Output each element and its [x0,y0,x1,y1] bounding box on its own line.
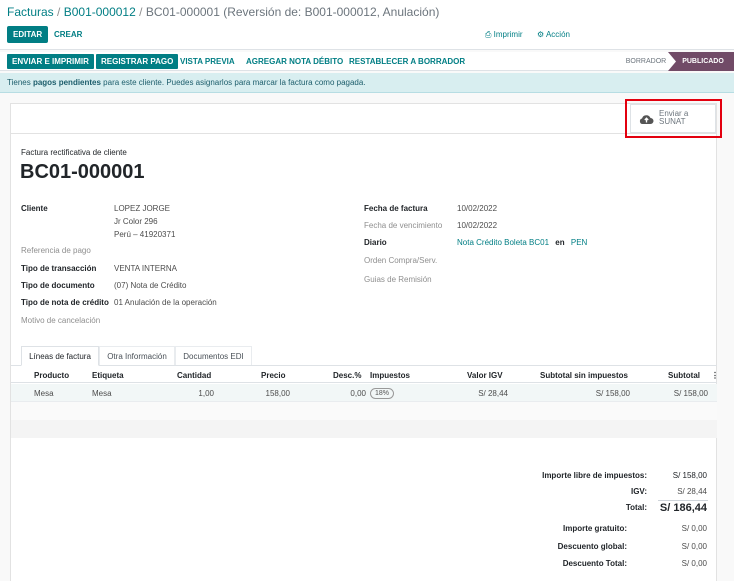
credit-note-type-label: Tipo de nota de crédito [21,298,109,307]
pending-payments-alert: Tienes pagos pendientes para este client… [0,73,734,93]
line-subtotal: S/ 158,00 [673,389,708,398]
cancellation-reason-label: Motivo de cancelación [21,316,101,325]
free-amount-label: Importe gratuito: [563,524,627,533]
line-label[interactable]: Mesa [92,389,112,398]
total-discount-label: Descuento Total: [562,559,627,568]
invoice-date-label: Fecha de factura [364,204,428,213]
remission-guides-label: Guias de Remisión [364,275,432,284]
line-quantity[interactable]: 1,00 [160,389,214,398]
table-row-empty [11,420,717,438]
button-box-top [10,103,717,104]
journal-field: Nota Crédito Boleta BC01 en PEN [457,238,587,247]
add-debit-note-button[interactable]: AGREGAR NOTA DÉBITO [241,54,348,69]
line-discount[interactable]: 0,00 [330,389,366,398]
column-header[interactable]: Subtotal sin impuestos [540,371,628,380]
column-header[interactable]: Etiqueta [92,371,124,380]
journal-link[interactable]: Nota Crédito Boleta BC01 [457,238,549,247]
line-subtotal-untaxed: S/ 158,00 [595,389,630,398]
total-discount-value: S/ 0,00 [681,559,707,568]
journal-in-label: en [555,238,565,247]
gear-icon: ⚙ [537,30,545,39]
transaction-type-value[interactable]: VENTA INTERNA [114,264,177,273]
free-amount-value: S/ 0,00 [681,524,707,533]
tab-other-info[interactable]: Otra Información [99,346,175,365]
line-price[interactable]: 158,00 [240,389,290,398]
column-header[interactable]: Impuestos [370,371,410,380]
column-header[interactable]: Desc.% [333,371,361,380]
total-value: S/ 186,44 [659,502,707,514]
stage-published[interactable]: PUBLICADO [678,52,728,71]
customer-address-line: Perú – 41920371 [114,230,176,239]
payment-reference-label: Referencia de pago [21,246,91,255]
global-discount-value: S/ 0,00 [681,542,707,551]
currency-link[interactable]: PEN [571,238,587,247]
send-sunat-label: Enviar a SUNAT [659,109,689,126]
stage-draft[interactable]: BORRADOR [622,52,670,71]
journal-label: Diario [364,238,387,247]
action-button[interactable]: ⚙ Acción [537,26,570,43]
due-date-value[interactable]: 10/02/2022 [457,221,497,230]
tab-invoice-lines[interactable]: Líneas de factura [21,346,99,366]
document-type-value[interactable]: (07) Nota de Crédito [114,281,186,290]
print-button[interactable]: ⎙ Imprimir [485,26,523,43]
column-header[interactable]: Subtotal [668,371,700,380]
due-date-label: Fecha de vencimiento [364,221,443,230]
send-print-button[interactable]: ENVIAR E IMPRIMIR [7,54,94,69]
totals-divider [658,500,708,501]
document-type-field-label: Tipo de documento [21,281,95,290]
button-box-divider [10,133,717,134]
igv-total-label: IGV: [630,487,647,496]
transaction-type-label: Tipo de transacción [21,264,97,273]
customer-link[interactable]: LOPEZ JORGE [114,204,170,213]
breadcrumb-root[interactable]: Facturas [7,5,54,19]
invoice-date-value[interactable]: 10/02/2022 [457,204,497,213]
table-row-empty [11,402,717,420]
untaxed-amount-label: Importe libre de impuestos: [542,471,647,480]
column-header[interactable]: Precio [261,371,285,380]
tax-tag[interactable]: 18% [370,388,395,399]
edit-button[interactable]: EDITAR [7,26,49,43]
document-type-label: Factura rectificativa de cliente [21,148,127,157]
credit-note-type-link[interactable]: 01 Anulación de la operación [114,298,217,307]
send-sunat-button[interactable]: Enviar a SUNAT [630,104,716,133]
status-bar: ENVIAR E IMPRIMIR REGISTRAR PAGO VISTA P… [0,52,734,71]
customer-address-line: Jr Color 296 [114,217,158,226]
column-header[interactable]: Valor IGV [467,371,503,380]
line-product[interactable]: Mesa [34,389,54,398]
customer-label: Cliente [21,204,48,213]
igv-total-value: S/ 28,44 [677,487,707,496]
breadcrumb-current: BC01-000001 (Reversión de: B001-000012, … [145,5,440,19]
document-number: BC01-000001 [20,161,145,183]
alert-link[interactable]: pagos pendientes [33,78,101,87]
untaxed-amount-value: S/ 158,00 [672,471,707,480]
preview-button[interactable]: VISTA PREVIA [175,54,240,69]
purchase-order-label: Orden Compra/Serv. [364,256,438,265]
column-header[interactable]: Producto [34,371,69,380]
reset-draft-button[interactable]: RESTABLECER A BORRADOR [344,54,470,69]
create-button[interactable]: CREAR [54,26,82,43]
breadcrumb-separator: / [139,5,143,19]
total-label: Total: [625,503,647,512]
cloud-upload-icon [639,115,654,124]
breadcrumb: Facturas / B001-000012 / BC01-000001 (Re… [7,5,439,19]
line-igv: S/ 28,44 [478,389,508,398]
print-icon: ⎙ [485,30,492,39]
breadcrumb-separator: / [57,5,61,19]
tab-edi-documents[interactable]: Documentos EDI [175,346,252,365]
breadcrumb-parent[interactable]: B001-000012 [64,5,136,19]
register-payment-button[interactable]: REGISTRAR PAGO [96,54,179,69]
column-header[interactable]: Cantidad [177,371,211,380]
control-panel: Facturas / B001-000012 / BC01-000001 (Re… [0,0,734,50]
optional-columns-toggle[interactable]: ⋮ [711,371,719,380]
global-discount-label: Descuento global: [557,542,627,551]
